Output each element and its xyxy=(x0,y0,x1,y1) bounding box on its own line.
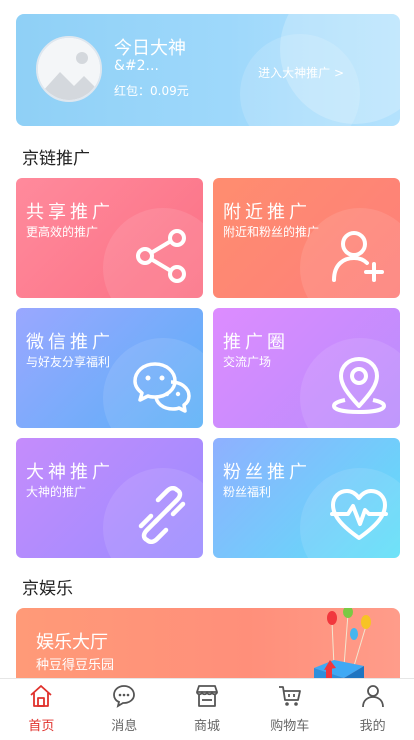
entertainment-title: 娱乐大厅 xyxy=(36,632,108,653)
cart-icon xyxy=(278,686,301,706)
card-promo-circle[interactable]: 推广圈 交流广场 xyxy=(213,308,400,428)
card-title: 大神推广 xyxy=(26,462,114,483)
card-subtitle: 更高效的推广 xyxy=(26,225,99,239)
section-title-jd-fun: 京娱乐 xyxy=(22,579,73,599)
link-icon xyxy=(138,486,186,544)
card-title: 附近推广 xyxy=(223,202,311,223)
store-icon xyxy=(196,685,218,707)
card-title: 共享推广 xyxy=(26,202,114,223)
bottom-tab-bar: 首页 消息 商城 购物车 我的 xyxy=(0,678,414,740)
heart-pulse-icon xyxy=(330,489,388,540)
image-placeholder-icon xyxy=(38,38,100,100)
share-icon xyxy=(136,229,186,283)
page: 今日大神 &#2... 红包：0.09元 进入大神推广 > 京链推广 共享推广 … xyxy=(0,0,414,740)
tab-label: 商城 xyxy=(193,719,220,734)
card-subtitle: 附近和粉丝的推广 xyxy=(223,225,320,239)
tab-store[interactable]: 商城 xyxy=(166,679,249,740)
banner-title: 今日大神 xyxy=(114,38,186,59)
card-master-promo[interactable]: 大神推广 大神的推广 xyxy=(16,438,203,558)
card-share-promo[interactable]: 共享推广 更高效的推广 xyxy=(16,178,203,298)
tab-label: 我的 xyxy=(359,719,386,734)
avatar[interactable] xyxy=(36,36,102,102)
card-wechat-promo[interactable]: 微信推广 与好友分享福利 xyxy=(16,308,203,428)
card-subtitle: 与好友分享福利 xyxy=(26,355,111,369)
location-icon xyxy=(332,357,386,414)
card-title: 推广圈 xyxy=(223,332,289,353)
tab-home[interactable]: 首页 xyxy=(0,679,83,740)
enter-master-promo-link[interactable]: 进入大神推广 > xyxy=(258,64,344,81)
home-icon xyxy=(30,685,52,707)
tab-label: 购物车 xyxy=(270,719,310,734)
card-subtitle: 大神的推广 xyxy=(26,485,87,499)
message-icon xyxy=(113,685,136,708)
profile-icon xyxy=(361,685,384,708)
card-title: 粉丝推广 xyxy=(223,462,311,483)
card-subtitle: 交流广场 xyxy=(223,355,272,369)
entertainment-subtitle: 种豆得豆乐园 xyxy=(36,658,115,673)
card-nearby-promo[interactable]: 附近推广 附近和粉丝的推广 xyxy=(213,178,400,298)
tab-cart[interactable]: 购物车 xyxy=(248,679,331,740)
section-title-jd-promo: 京链推广 xyxy=(22,149,90,169)
tab-messages[interactable]: 消息 xyxy=(83,679,166,740)
wechat-icon xyxy=(133,362,191,413)
card-subtitle: 粉丝福利 xyxy=(223,485,272,499)
card-title: 微信推广 xyxy=(26,332,114,353)
tab-profile[interactable]: 我的 xyxy=(331,679,414,740)
red-packet-amount: 红包：0.09元 xyxy=(114,84,189,98)
tab-label: 首页 xyxy=(28,719,55,734)
card-fans-promo[interactable]: 粉丝推广 粉丝福利 xyxy=(213,438,400,558)
daily-master-banner[interactable]: 今日大神 &#2... 红包：0.09元 进入大神推广 > xyxy=(16,14,400,126)
master-nickname: &#2... xyxy=(114,58,159,74)
tab-label: 消息 xyxy=(111,719,138,734)
add-user-icon xyxy=(332,231,384,282)
